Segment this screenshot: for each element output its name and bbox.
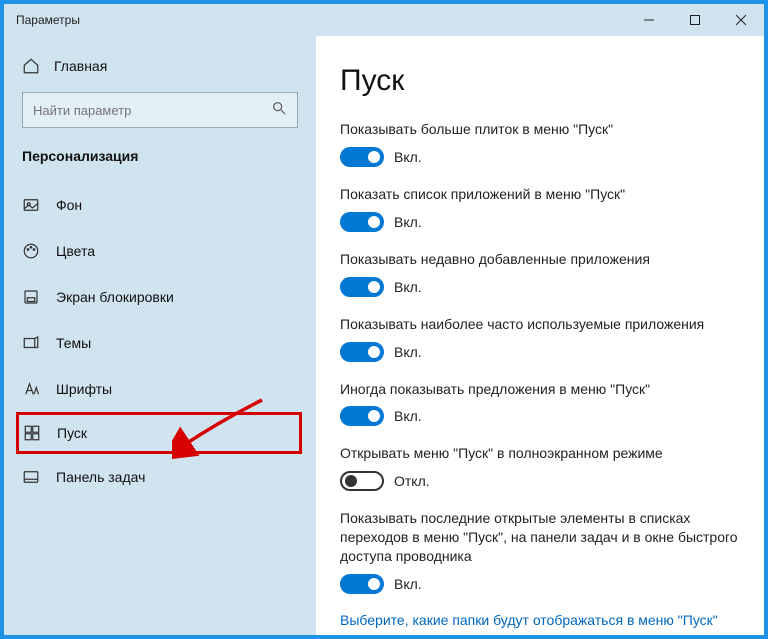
toggle-row: Вкл. [340, 406, 740, 426]
setting-item: Открывать меню "Пуск" в полноэкранном ре… [340, 444, 740, 491]
sidebar-item-colors[interactable]: Цвета [4, 228, 316, 274]
toggle-state-text: Вкл. [394, 279, 422, 295]
toggle-row: Вкл. [340, 574, 740, 594]
sidebar-item-label: Панель задач [56, 469, 145, 485]
window-title: Параметры [4, 13, 626, 27]
setting-item: Показывать наиболее часто используемые п… [340, 315, 740, 362]
window-controls [626, 4, 764, 36]
picture-icon [22, 196, 40, 214]
toggle-switch[interactable] [340, 574, 384, 594]
setting-item: Показывать недавно добавленные приложени… [340, 250, 740, 297]
sidebar-item-taskbar[interactable]: Панель задач [4, 454, 316, 500]
search-container [4, 86, 316, 142]
toggle-switch[interactable] [340, 277, 384, 297]
nav-home[interactable]: Главная [4, 46, 316, 86]
setting-item: Иногда показывать предложения в меню "Пу… [340, 380, 740, 427]
nav-home-label: Главная [54, 58, 107, 74]
home-icon [22, 57, 40, 75]
setting-label: Открывать меню "Пуск" в полноэкранном ре… [340, 444, 740, 463]
sidebar-item-label: Фон [56, 197, 82, 213]
search-box[interactable] [22, 92, 298, 128]
toggle-switch[interactable] [340, 471, 384, 491]
sidebar-item-label: Пуск [57, 425, 87, 441]
minimize-button[interactable] [626, 4, 672, 36]
sidebar-item-lockscreen[interactable]: Экран блокировки [4, 274, 316, 320]
setting-item: Показывать последние открытые элементы в… [340, 509, 740, 594]
taskbar-icon [22, 468, 40, 486]
toggle-knob [368, 410, 380, 422]
sidebar-item-themes[interactable]: Темы [4, 320, 316, 366]
close-button[interactable] [718, 4, 764, 36]
search-icon [271, 100, 287, 121]
sidebar-item-fonts[interactable]: Шрифты [4, 366, 316, 412]
settings-window: Параметры Главная Пе [4, 4, 764, 635]
sidebar-item-label: Темы [56, 335, 91, 351]
setting-label: Показывать последние открытые элементы в… [340, 509, 740, 566]
setting-label: Показывать недавно добавленные приложени… [340, 250, 740, 269]
settings-list: Показывать больше плиток в меню "Пуск" Вк… [340, 120, 740, 594]
section-title: Персонализация [4, 142, 316, 182]
maximize-button[interactable] [672, 4, 718, 36]
toggle-state-text: Откл. [394, 473, 430, 489]
toggle-state-text: Вкл. [394, 149, 422, 165]
setting-label: Показать список приложений в меню "Пуск" [340, 185, 740, 204]
toggle-switch[interactable] [340, 406, 384, 426]
search-input[interactable] [33, 103, 271, 118]
sidebar-item-background[interactable]: Фон [4, 182, 316, 228]
sidebar-item-label: Цвета [56, 243, 95, 259]
sidebar-item-label: Шрифты [56, 381, 112, 397]
toggle-switch[interactable] [340, 147, 384, 167]
toggle-row: Вкл. [340, 342, 740, 362]
toggle-row: Вкл. [340, 212, 740, 232]
start-icon [23, 424, 41, 442]
sidebar-item-start[interactable]: Пуск [16, 412, 302, 454]
toggle-switch[interactable] [340, 212, 384, 232]
toggle-knob [368, 346, 380, 358]
setting-label: Иногда показывать предложения в меню "Пу… [340, 380, 740, 399]
choose-folders-link[interactable]: Выберите, какие папки будут отображаться… [340, 612, 740, 628]
toggle-state-text: Вкл. [394, 344, 422, 360]
sidebar: Главная Персонализация Фон Цвета [4, 36, 316, 635]
page-title: Пуск [340, 64, 740, 98]
toggle-state-text: Вкл. [394, 214, 422, 230]
main-panel: Пуск Показывать больше плиток в меню "Пу… [316, 36, 764, 635]
setting-item: Показать список приложений в меню "Пуск"… [340, 185, 740, 232]
toggle-knob [345, 475, 357, 487]
setting-label: Показывать наиболее часто используемые п… [340, 315, 740, 334]
toggle-switch[interactable] [340, 342, 384, 362]
fonts-icon [22, 380, 40, 398]
setting-label: Показывать больше плиток в меню "Пуск" [340, 120, 740, 139]
themes-icon [22, 334, 40, 352]
titlebar: Параметры [4, 4, 764, 36]
toggle-state-text: Вкл. [394, 576, 422, 592]
content-area: Главная Персонализация Фон Цвета [4, 36, 764, 635]
palette-icon [22, 242, 40, 260]
lockscreen-icon [22, 288, 40, 306]
toggle-knob [368, 578, 380, 590]
toggle-row: Вкл. [340, 277, 740, 297]
toggle-row: Откл. [340, 471, 740, 491]
setting-item: Показывать больше плиток в меню "Пуск" Вк… [340, 120, 740, 167]
toggle-knob [368, 216, 380, 228]
toggle-row: Вкл. [340, 147, 740, 167]
sidebar-item-label: Экран блокировки [56, 289, 174, 305]
toggle-state-text: Вкл. [394, 408, 422, 424]
toggle-knob [368, 281, 380, 293]
toggle-knob [368, 151, 380, 163]
